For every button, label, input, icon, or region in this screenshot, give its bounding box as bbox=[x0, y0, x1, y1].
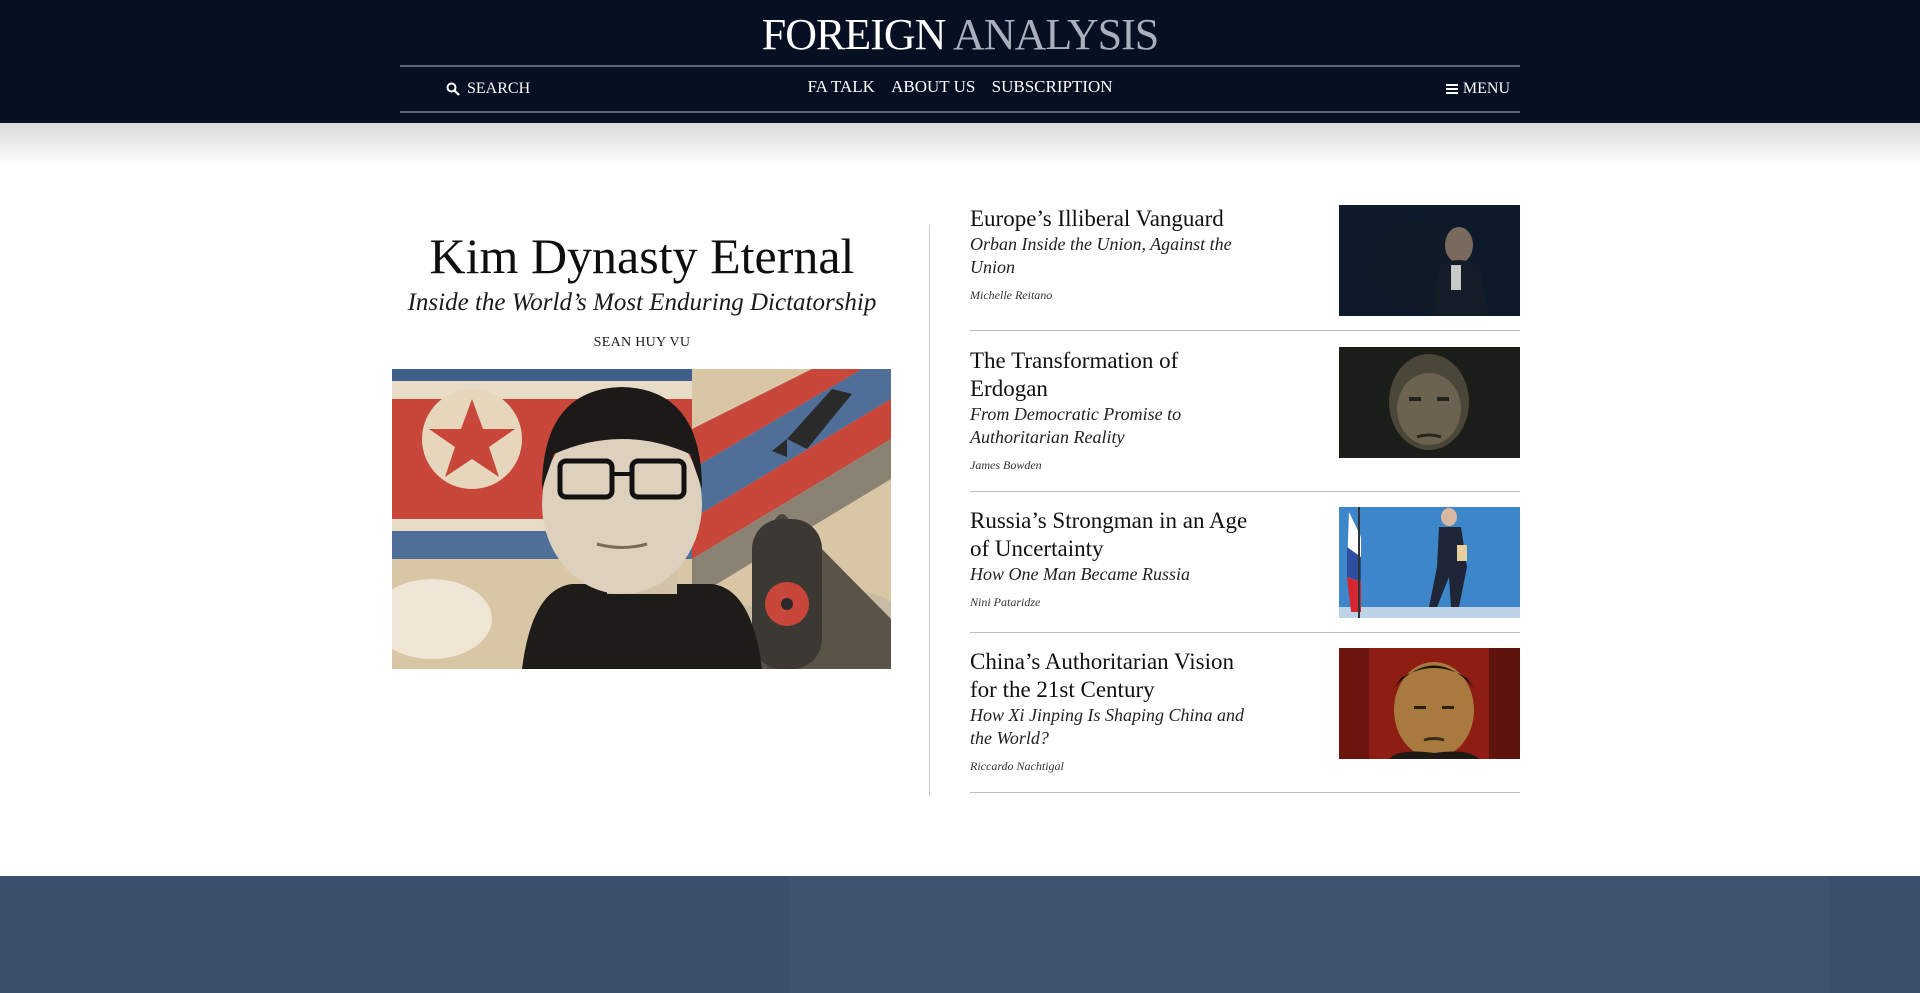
menu-label: MENU bbox=[1462, 80, 1510, 97]
site-logo[interactable]: FOREIGN ANALYSIS bbox=[0, 10, 1920, 60]
article-thumbnail[interactable] bbox=[1339, 347, 1520, 458]
main-nav: SEARCH FA TALK ABOUT US SUBSCRIPTION MEN… bbox=[400, 65, 1520, 113]
article-title[interactable]: Russia’s Strongman in an Age of Uncertai… bbox=[970, 507, 1260, 563]
feature-subtitle: Inside the World’s Most Enduring Dictato… bbox=[407, 289, 877, 316]
footer-panel bbox=[790, 876, 1830, 993]
article-title[interactable]: The Transformation of Erdogan bbox=[970, 347, 1260, 403]
article-card[interactable]: China’s Authoritarian Vision for the 21s… bbox=[970, 648, 1520, 793]
article-thumbnail[interactable] bbox=[1339, 648, 1520, 759]
footer-section bbox=[0, 876, 1920, 993]
article-subtitle: How One Man Became Russia bbox=[970, 564, 1190, 584]
feature-story[interactable]: Kim Dynasty Eternal Inside the World’s M… bbox=[392, 225, 892, 351]
feature-image[interactable] bbox=[392, 369, 891, 669]
site-header: FOREIGN ANALYSIS SEARCH FA TALK ABOUT US… bbox=[0, 0, 1920, 123]
article-card[interactable]: Europe’s Illiberal Vanguard Orban Inside… bbox=[970, 205, 1520, 331]
article-author[interactable]: Riccardo Nachtigal bbox=[970, 759, 1260, 774]
article-thumbnail[interactable] bbox=[1339, 205, 1520, 316]
nav-link-about-us[interactable]: ABOUT US bbox=[891, 77, 975, 96]
article-title[interactable]: China’s Authoritarian Vision for the 21s… bbox=[970, 648, 1260, 704]
nav-link-subscription[interactable]: SUBSCRIPTION bbox=[992, 77, 1113, 96]
feature-author[interactable]: SEAN HUY VU bbox=[392, 335, 892, 351]
nav-link-fa-talk[interactable]: FA TALK bbox=[807, 77, 874, 96]
article-subtitle: From Democratic Promise to Authoritarian… bbox=[970, 404, 1182, 447]
hamburger-menu-icon bbox=[1445, 84, 1458, 94]
nav-links: FA TALK ABOUT US SUBSCRIPTION bbox=[400, 77, 1520, 97]
article-title[interactable]: Europe’s Illiberal Vanguard bbox=[970, 205, 1260, 233]
logo-part-foreign: FOREIGN bbox=[761, 10, 947, 59]
article-subtitle: Orban Inside the Union, Against the Unio… bbox=[970, 234, 1232, 277]
logo-part-analysis: ANALYSIS bbox=[953, 10, 1159, 59]
article-subtitle: How Xi Jinping Is Shaping China and the … bbox=[970, 705, 1244, 748]
column-divider bbox=[929, 225, 930, 796]
article-author[interactable]: James Bowden bbox=[970, 458, 1260, 473]
article-author[interactable]: Michelle Reitano bbox=[970, 288, 1260, 303]
article-thumbnail[interactable] bbox=[1339, 507, 1520, 618]
menu-button[interactable]: MENU bbox=[1445, 77, 1510, 101]
article-card[interactable]: The Transformation of Erdogan From Democ… bbox=[970, 347, 1520, 492]
article-card[interactable]: Russia’s Strongman in an Age of Uncertai… bbox=[970, 507, 1520, 633]
feature-title[interactable]: Kim Dynasty Eternal bbox=[392, 225, 892, 287]
header-shadow bbox=[0, 123, 1920, 167]
article-author[interactable]: Nini Pataridze bbox=[970, 595, 1260, 610]
